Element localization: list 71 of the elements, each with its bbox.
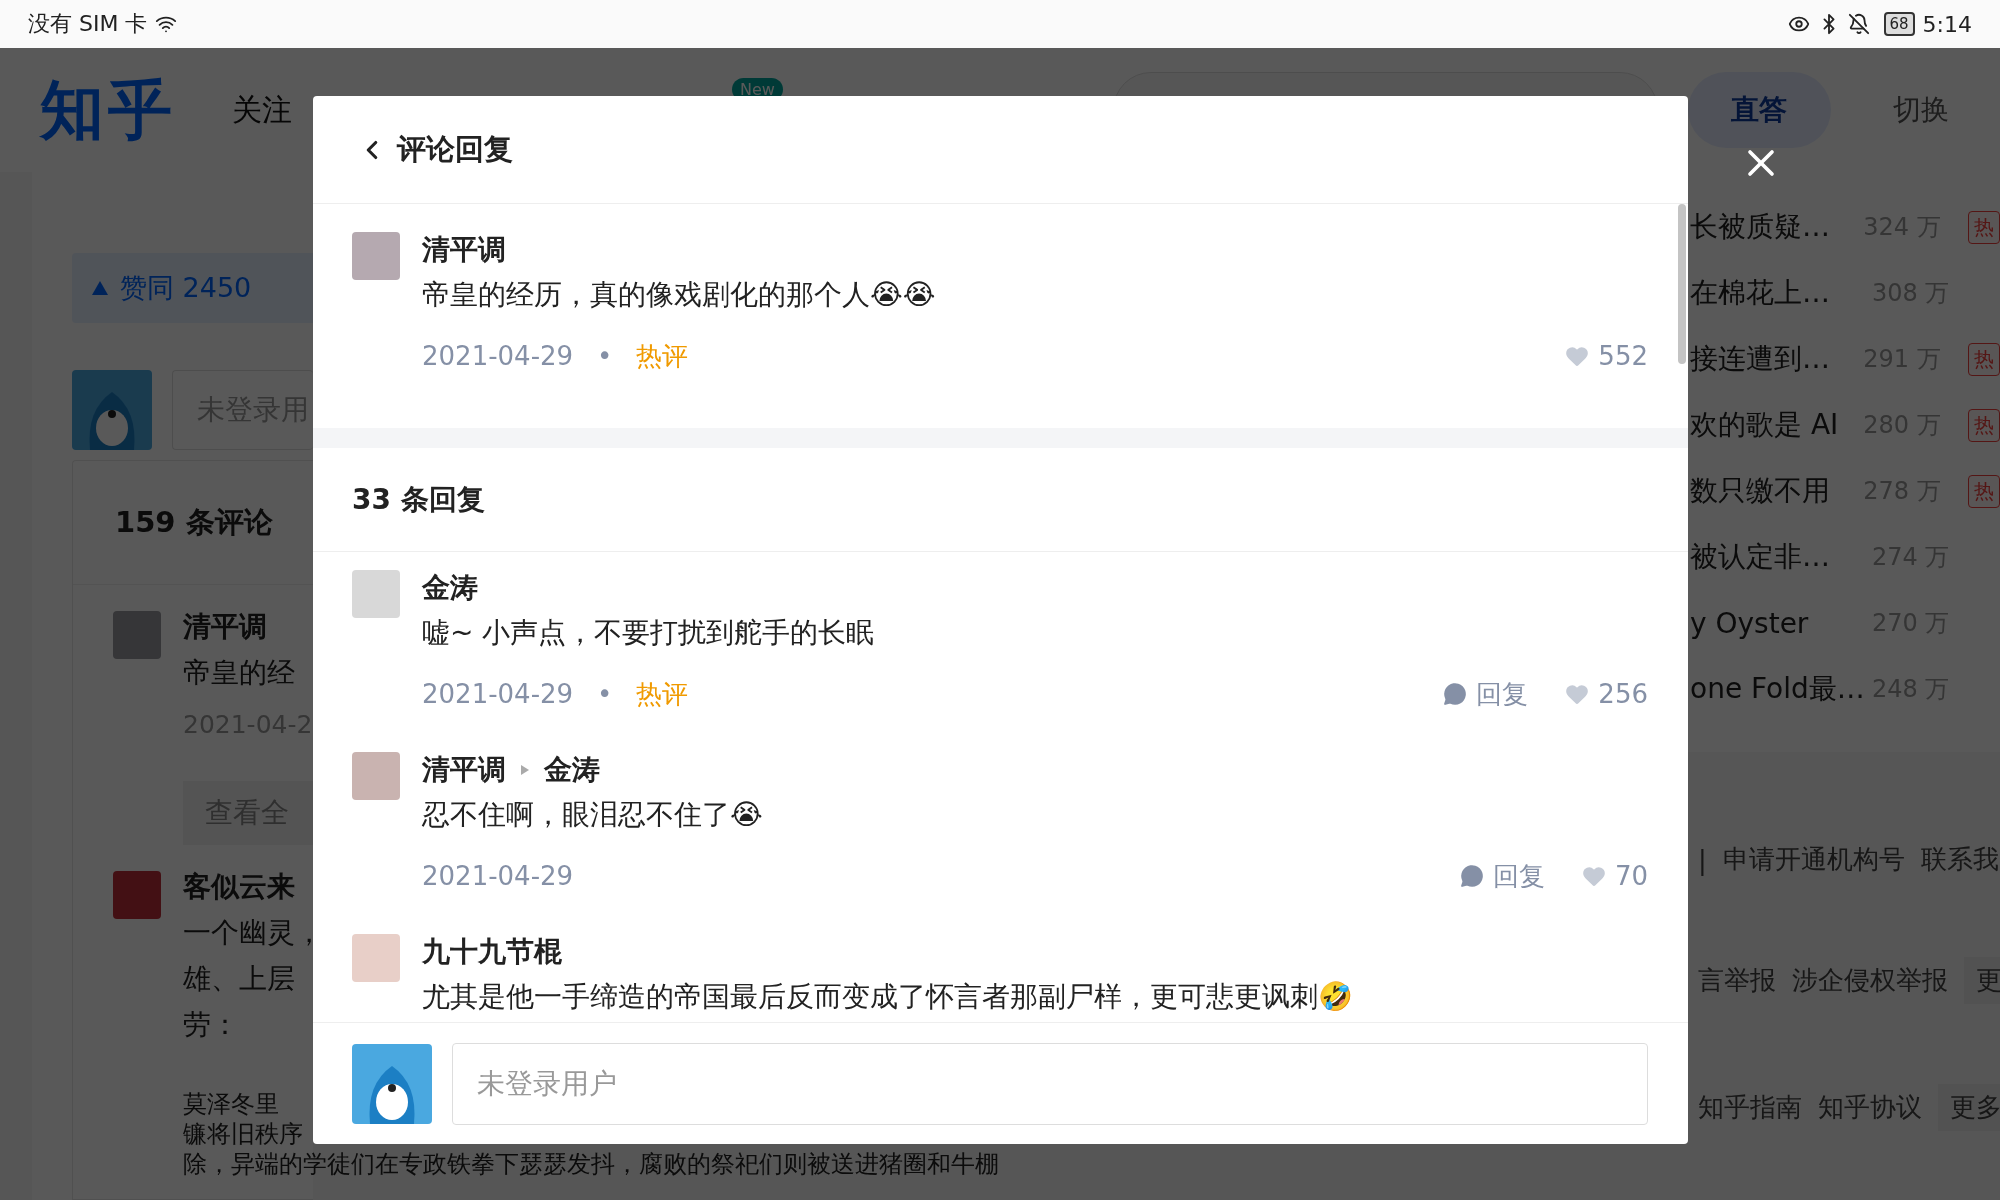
like-button[interactable]: 552: [1564, 341, 1648, 371]
hot-item-title[interactable]: 被认定非…: [1690, 538, 1862, 576]
reply-target-name[interactable]: 金涛: [544, 751, 600, 789]
avatar-photo: [352, 752, 400, 800]
battery-level: 68: [1883, 12, 1915, 36]
hot-badge: 热: [1968, 408, 2000, 442]
reply-button[interactable]: 回复: [1442, 676, 1529, 712]
comment-text: 雄、上层: [183, 961, 296, 997]
hot-item-title[interactable]: y Oyster: [1690, 606, 1862, 640]
hot-comment-tag: 热评: [636, 676, 689, 712]
comment-text: 帝皇的经: [183, 655, 296, 691]
hot-badge: 热: [1968, 210, 2000, 244]
reply-button[interactable]: 回复: [1458, 858, 1545, 894]
hot-item-title[interactable]: 欢的歌是 AI: [1690, 406, 1854, 444]
author-name[interactable]: 清平调: [422, 231, 506, 269]
footer-link[interactable]: |: [1698, 844, 1707, 875]
footer-link[interactable]: 知乎指南: [1698, 1090, 1802, 1125]
comment-text: 莫泽冬里: [183, 1089, 279, 1119]
comment-date: 2021-04-29: [422, 341, 574, 371]
hot-item-title[interactable]: 接连遭到…: [1690, 340, 1854, 378]
footer-link[interactable]: 涉企侵权举报: [1792, 963, 1948, 998]
hot-item-title[interactable]: 数只缴不用: [1690, 472, 1854, 510]
triangle-up-icon: [92, 281, 108, 295]
switch-link[interactable]: 切换: [1892, 91, 1949, 129]
like-button[interactable]: 70: [1580, 861, 1648, 891]
separator-dot: •: [597, 679, 613, 709]
author-name[interactable]: 清平调: [422, 751, 506, 789]
comment-date: 2021-04-29: [422, 679, 574, 709]
hot-comment-tag: 热评: [636, 338, 689, 374]
scrollbar-thumb[interactable]: [1678, 204, 1686, 364]
hot-item-title[interactable]: 长被质疑…: [1690, 208, 1854, 246]
avatar-photo: [352, 570, 400, 618]
carrier-text: 没有 SIM 卡: [28, 10, 148, 38]
comment-date: 2021-04-29: [422, 861, 574, 891]
caret-icon: [520, 764, 530, 776]
comment-text: 一个幽灵，: [183, 915, 323, 951]
hot-badge: 热: [1968, 474, 2000, 508]
avatar-photo: [113, 871, 161, 919]
separator-dot: •: [597, 341, 613, 371]
comment-text: 劳：: [183, 1007, 240, 1043]
like-button[interactable]: 256: [1564, 679, 1648, 709]
comment-text: 镰将旧秩序: [183, 1119, 303, 1149]
ask-button[interactable]: 直答: [1687, 72, 1831, 148]
hot-badge: 热: [1968, 342, 2000, 376]
comment-text: 帝皇的经历，真的像戏剧化的那个人😭😭: [422, 277, 936, 313]
avatar-photo: [352, 934, 400, 982]
footer-link[interactable]: 言举报: [1698, 963, 1776, 998]
more-link[interactable]: 更多: [1938, 1084, 2000, 1131]
hot-item-title[interactable]: one Fold最…: [1690, 670, 1862, 708]
site-logo[interactable]: 知乎: [40, 66, 176, 154]
reply-count-heading: 33 条回复: [313, 448, 1688, 552]
back-button[interactable]: 评论回复: [357, 129, 513, 170]
bell-off-icon: [1847, 13, 1870, 35]
comment-text: 忍不住啊，眼泪忍不住了😭: [422, 797, 763, 833]
nav-tab[interactable]: 关注: [232, 89, 292, 131]
reply-input-field[interactable]: 未登录用户: [452, 1042, 1648, 1125]
comment-text: 尤其是他一手缔造的帝国最后反而变成了怀言者那副尸样，更可悲更讽刺🤣: [422, 979, 1353, 1015]
comment-text: 除，异端的学徒们在专政铁拳下瑟瑟发抖，腐败的祭祀们则被送进猪圈和牛棚: [183, 1149, 999, 1179]
author-name[interactable]: 九十九节棍: [422, 933, 562, 971]
avatar-photo: [352, 232, 400, 280]
comment-text: 嘘~ 小声点，不要打扰到舵手的长眠: [422, 615, 875, 651]
comment-bubble-icon: [1458, 863, 1485, 889]
avatar-photo: [113, 611, 161, 659]
author-name[interactable]: 金涛: [422, 569, 478, 607]
footer-link[interactable]: 联系我: [1920, 842, 1999, 877]
hot-item-title[interactable]: 在棉花上…: [1690, 274, 1862, 312]
footer-link[interactable]: 知乎协议: [1818, 1090, 1922, 1125]
comment-bubble-icon: [1442, 681, 1469, 707]
clock-time: 5:14: [1922, 11, 1972, 37]
more-link[interactable]: 更: [1964, 957, 2000, 1004]
footer-link[interactable]: 申请开通机构号: [1722, 842, 1905, 877]
